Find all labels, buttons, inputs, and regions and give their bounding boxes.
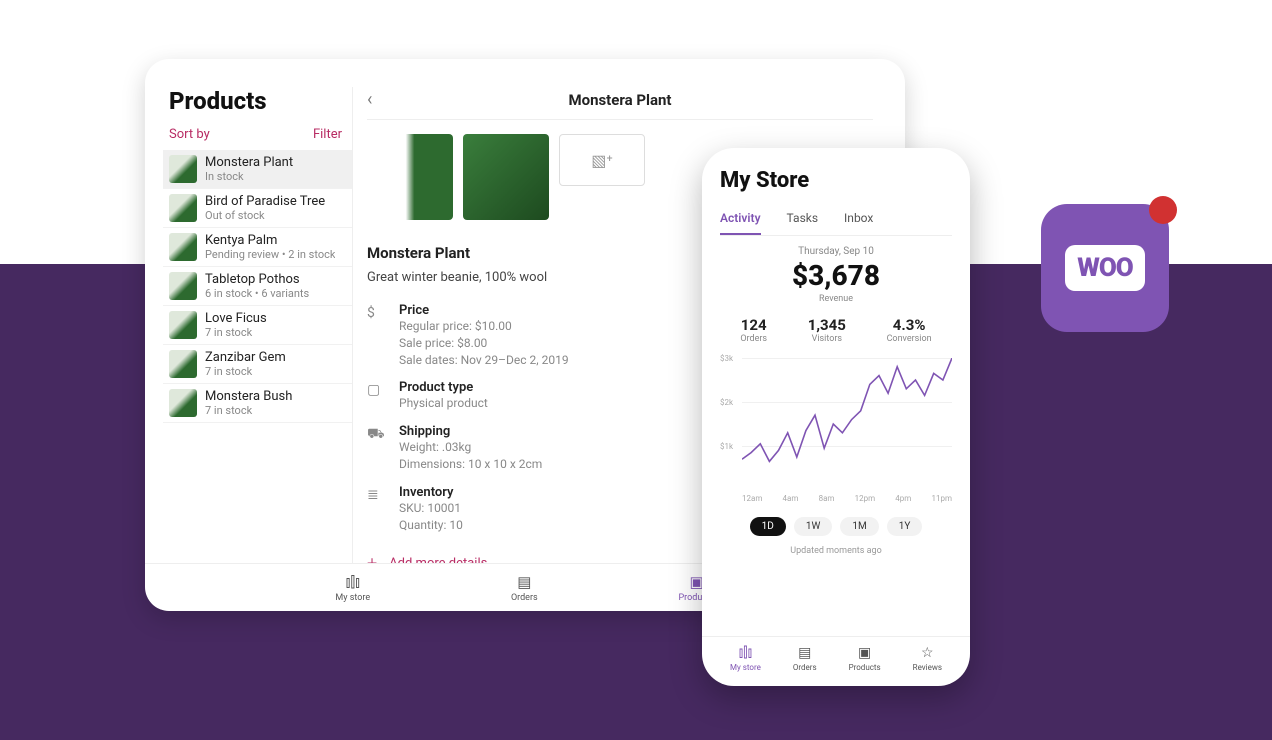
xtick: 8am [819,494,835,503]
clipboard-icon: ▤ [517,573,531,591]
product-item-name: Tabletop Pothos [205,272,309,287]
price-dates: Sale dates: Nov 29–Dec 2, 2019 [399,352,569,369]
xtick: 12am [742,494,762,503]
product-item-6[interactable]: Monstera Bush7 in stock [163,384,352,423]
back-icon[interactable]: ‹ [367,89,372,110]
stat-conversion: 4.3%Conversion [887,316,932,344]
inventory-qty: Quantity: 10 [399,517,463,534]
product-thumb [169,272,197,300]
products-sidebar: Products Sort by Filter Monstera PlantIn… [163,87,353,563]
stat-visitors: 1,345Visitors [808,316,846,344]
product-thumb [169,194,197,222]
product-image-2[interactable] [463,134,549,220]
shipping-title: Shipping [399,424,542,439]
box-icon: ▢ [367,380,385,412]
product-item-3[interactable]: Tabletop Pothos6 in stock • 6 variants [163,267,352,306]
range-1m[interactable]: 1M [840,517,878,536]
price-regular: Regular price: $10.00 [399,318,569,335]
bar-chart-icon: ⫾⫿⫾ [346,573,360,591]
updated-label: Updated moments ago [720,546,952,556]
phone-frame: My Store Activity Tasks Inbox Thursday, … [702,148,970,686]
price-title: Price [399,303,569,318]
woo-logo-text: WOO [1065,245,1145,291]
inventory-sku: SKU: 10001 [399,500,463,517]
xtick: 4am [783,494,799,503]
star-icon: ☆ [921,645,934,661]
product-item-meta: Out of stock [205,209,325,222]
add-more-label: Add more details [389,556,487,563]
revenue-chart: $3k $2k $1k [720,358,952,490]
phone-nav-orders[interactable]: ▤Orders [793,645,817,672]
product-item-name: Monstera Plant [205,155,293,170]
tablet-nav-orders[interactable]: ▤Orders [511,573,538,603]
product-thumb [169,311,197,339]
notification-badge [1149,196,1177,224]
tablet-nav-my-store[interactable]: ⫾⫿⫾My store [335,573,370,603]
sort-by-link[interactable]: Sort by [169,127,210,142]
product-item-1[interactable]: Bird of Paradise TreeOut of stock [163,189,352,228]
product-thumb [169,233,197,261]
product-item-meta: Pending review • 2 in stock [205,248,335,261]
range-1y[interactable]: 1Y [887,517,923,536]
truck-icon: ⛟ [367,424,385,473]
ytick-1k: $1k [720,442,733,451]
revenue-label: Revenue [720,294,952,304]
revenue-amount: $3,678 [720,259,952,292]
products-heading: Products [163,87,352,115]
phone-nav-my-store[interactable]: ⫾⫿⫾My store [730,645,761,672]
product-item-4[interactable]: Love Ficus7 in stock [163,306,352,345]
product-thumb [169,155,197,183]
product-item-name: Kentya Palm [205,233,335,248]
product-thumb [169,389,197,417]
xtick: 12pm [855,494,876,503]
product-item-5[interactable]: Zanzibar Gem7 in stock [163,345,352,384]
chart-line [742,358,952,490]
plus-icon: + [367,553,377,563]
xtick: 11pm [931,494,952,503]
phone-nav-reviews[interactable]: ☆Reviews [913,645,942,672]
product-item-name: Zanzibar Gem [205,350,286,365]
clipboard-icon: ▤ [798,645,811,661]
woo-app-icon[interactable]: WOO [1041,204,1169,332]
product-item-meta: In stock [205,170,293,183]
product-item-meta: 7 in stock [205,326,267,339]
product-item-0[interactable]: Monstera PlantIn stock [163,150,352,189]
bar-chart-icon: ⫾⫿⫾ [739,645,752,661]
store-heading: My Store [720,168,952,193]
detail-header-title: Monstera Plant [568,91,671,109]
xtick: 4pm [895,494,911,503]
shipping-dimensions: Dimensions: 10 x 10 x 2cm [399,456,542,473]
range-1d[interactable]: 1D [750,517,786,536]
filter-link[interactable]: Filter [313,127,342,142]
current-date: Thursday, Sep 10 [720,246,952,257]
product-item-name: Monstera Bush [205,389,292,404]
add-image-button[interactable]: ▧⁺ [559,134,645,186]
product-item-name: Love Ficus [205,311,267,326]
stat-orders: 124Orders [740,316,767,344]
product-thumb [169,350,197,378]
tab-activity[interactable]: Activity [720,205,761,235]
type-value: Physical product [399,395,488,412]
product-image-1[interactable] [367,134,453,220]
price-icon: $ [367,303,385,368]
ytick-3k: $3k [720,354,733,363]
product-item-2[interactable]: Kentya PalmPending review • 2 in stock [163,228,352,267]
storefront-icon: ▣ [858,645,871,661]
inventory-title: Inventory [399,485,463,500]
product-item-meta: 6 in stock • 6 variants [205,287,309,300]
type-title: Product type [399,380,488,395]
range-1w[interactable]: 1W [794,517,833,536]
product-item-meta: 7 in stock [205,365,286,378]
phone-nav-products[interactable]: ▣Products [849,645,881,672]
tab-inbox[interactable]: Inbox [844,205,873,235]
tab-tasks[interactable]: Tasks [787,205,819,235]
product-item-name: Bird of Paradise Tree [205,194,325,209]
list-icon: ≣ [367,485,385,534]
ytick-2k: $2k [720,398,733,407]
price-sale: Sale price: $8.00 [399,335,569,352]
product-item-meta: 7 in stock [205,404,292,417]
shipping-weight: Weight: .03kg [399,439,542,456]
